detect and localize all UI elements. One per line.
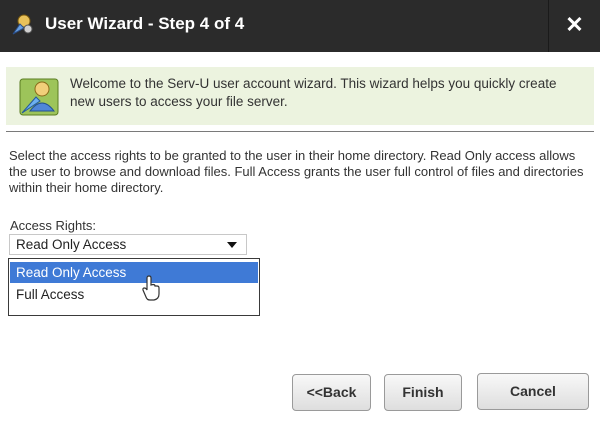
mouse-pointer-icon [142, 275, 160, 301]
access-rights-description: Select the access rights to be granted t… [9, 148, 584, 195]
triangle-down-icon[interactable] [227, 242, 237, 248]
access-rights-selected-value: Read Only Access [16, 237, 127, 252]
divider [6, 131, 594, 132]
window-title: User Wizard - Step 4 of 4 [45, 14, 245, 33]
wizard-icon [12, 14, 33, 35]
banner-text: Welcome to the Serv-U user account wizar… [70, 76, 557, 109]
title-bar: User Wizard - Step 4 of 4 ✕ [0, 0, 600, 52]
close-icon: ✕ [565, 12, 584, 37]
access-rights-dropdown-list: Read Only Access Full Access [8, 258, 260, 316]
user-wizard-icon [19, 78, 59, 116]
option-read-only-access[interactable]: Read Only Access [10, 262, 258, 283]
close-button[interactable]: ✕ [549, 0, 600, 52]
back-button[interactable]: <<Back [292, 374, 371, 411]
cancel-button[interactable]: Cancel [477, 373, 589, 410]
welcome-banner: Welcome to the Serv-U user account wizar… [6, 67, 594, 125]
finish-button[interactable]: Finish [384, 374, 462, 411]
option-full-access[interactable]: Full Access [10, 284, 258, 305]
access-rights-select[interactable]: Read Only Access [9, 234, 247, 255]
access-rights-label: Access Rights: [10, 218, 96, 233]
